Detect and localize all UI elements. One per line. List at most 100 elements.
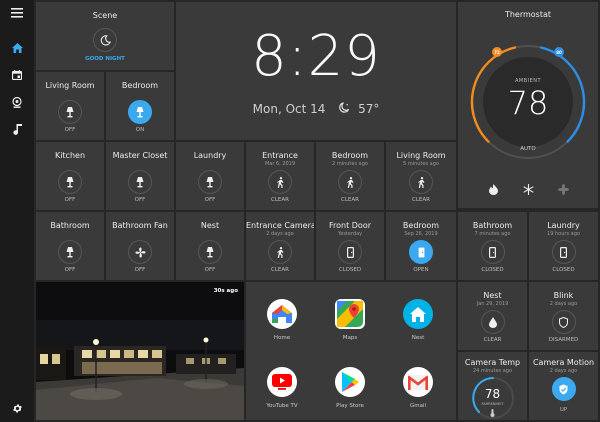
camera-temp-tile[interactable]: Camera Temp 24 minutes ago 78 FAHRENHEIT: [458, 352, 527, 420]
light-toggle[interactable]: [128, 170, 152, 194]
sidebar-item-webcam[interactable]: [0, 91, 34, 113]
master-closet-light-tile[interactable]: Master Closet OFF: [106, 142, 174, 210]
cool-setpoint-badge[interactable]: 80: [554, 47, 564, 57]
tile-name: Entrance: [262, 151, 298, 160]
door-sensor-button[interactable]: [338, 240, 362, 264]
cool-mode-button[interactable]: [521, 182, 535, 196]
light-toggle[interactable]: [58, 240, 82, 264]
camera-motion-tile[interactable]: Camera Motion 2 days ago UP: [529, 352, 598, 420]
app-gmail[interactable]: Gmail: [393, 367, 443, 409]
fan-mode-button[interactable]: [556, 182, 570, 196]
thermometer-icon: [490, 409, 495, 417]
app-maps[interactable]: Maps: [325, 299, 375, 341]
app-label: Home: [273, 335, 291, 341]
heat-mode-button[interactable]: [486, 182, 500, 196]
front-door-tile[interactable]: Front Door Yesterday CLOSED: [316, 212, 384, 280]
clock-time: 8:29: [251, 24, 381, 89]
entrance-motion-tile[interactable]: Entrance Mar 6, 2019 CLEAR: [246, 142, 314, 210]
door-sensor-button[interactable]: [551, 240, 576, 264]
bathroom-door-tile[interactable]: Bathroom 7 minutes ago CLOSED: [458, 212, 527, 280]
scene-state: GOOD NIGHT: [85, 56, 125, 62]
scene-tile[interactable]: Scene GOOD NIGHT: [36, 2, 174, 70]
laundry-door-tile[interactable]: Laundry 19 hours ago CLOSED: [529, 212, 598, 280]
tile-name: Living Room: [45, 81, 95, 90]
heat-setpoint-badge[interactable]: 72: [492, 47, 502, 57]
bathroom-light-tile[interactable]: Bathroom OFF: [36, 212, 104, 280]
light-toggle[interactable]: [198, 240, 222, 264]
laundry-light-tile[interactable]: Laundry OFF: [176, 142, 244, 210]
tile-state: CLEAR: [341, 197, 359, 203]
clock-tile: 8:29 Mon, Oct 14 57°: [176, 2, 456, 140]
sidebar-item-music[interactable]: [0, 118, 34, 140]
camera-temp-value: 78: [484, 387, 501, 401]
walking-person-icon: [276, 176, 283, 188]
scene-button[interactable]: [93, 28, 117, 52]
thermostat-tile[interactable]: Thermostat 72 80 AMBIENT 78 AUTO: [458, 2, 598, 208]
tile-state: CLOSED: [552, 267, 575, 273]
tile-name: Nest: [200, 221, 220, 230]
music-icon: [12, 123, 22, 135]
tile-name: Bedroom: [402, 221, 440, 230]
menu-button[interactable]: [0, 2, 34, 24]
scene-title: Scene: [92, 11, 118, 20]
lamp-icon: [136, 106, 144, 117]
tile-state: DISARMED: [548, 337, 579, 343]
blink-tile[interactable]: Blink 2 days ago DISARMED: [529, 282, 598, 350]
app-label: Play Store: [336, 403, 364, 409]
camera-feed-tile[interactable]: 30s ago: [36, 282, 244, 420]
hamburger-icon: [11, 8, 23, 18]
lamp-icon: [136, 176, 144, 187]
motion-sensor-button[interactable]: [409, 170, 433, 194]
fan-icon: [557, 183, 569, 195]
light-toggle[interactable]: [58, 170, 82, 194]
camera-feed-image: [36, 282, 244, 420]
nest-protect-tile[interactable]: Nest Jan 29, 2019 CLEAR: [458, 282, 527, 350]
bedroom-motion-tile[interactable]: Bedroom 2 minutes ago CLEAR: [316, 142, 384, 210]
tile-name: Entrance Camera: [246, 221, 314, 230]
settings-button[interactable]: [0, 397, 34, 419]
walking-person-icon: [417, 176, 424, 188]
door-sensor-button[interactable]: [409, 240, 433, 264]
tile-subtitle: 2 days ago: [549, 301, 578, 307]
shield-icon: [559, 316, 568, 328]
smoke-sensor-button[interactable]: [480, 310, 505, 334]
water-drop-icon: [488, 316, 497, 328]
app-nest[interactable]: Nest: [393, 299, 443, 341]
walking-person-icon: [276, 246, 283, 258]
motion-sensor-button[interactable]: [268, 240, 292, 264]
motion-sensor-button[interactable]: [338, 170, 362, 194]
tile-state: UP: [559, 407, 568, 413]
kitchen-light-tile[interactable]: Kitchen OFF: [36, 142, 104, 210]
camera-motion-button[interactable]: [551, 377, 576, 401]
sidebar: [0, 0, 34, 422]
tile-name: Nest: [483, 291, 502, 300]
bedroom-door-tile[interactable]: Bedroom Sep 26, 2019 OPEN: [386, 212, 456, 280]
app-home[interactable]: Home: [257, 299, 307, 341]
tile-state: CLOSED: [338, 267, 362, 273]
light-toggle[interactable]: [58, 100, 82, 124]
tile-name: Bathroom: [50, 221, 90, 230]
tile-name: Laundry: [547, 221, 580, 230]
thermostat-title: Thermostat: [504, 10, 552, 19]
entrance-camera-motion-tile[interactable]: Entrance Camera 2 days ago CLEAR: [246, 212, 314, 280]
light-toggle[interactable]: [128, 100, 152, 124]
motion-sensor-button[interactable]: [268, 170, 292, 194]
door-sensor-button[interactable]: [480, 240, 505, 264]
tile-state: OFF: [204, 197, 216, 203]
light-toggle[interactable]: [198, 170, 222, 194]
bedroom-light-tile[interactable]: Bedroom ON: [106, 72, 174, 140]
door-icon: [489, 246, 496, 258]
living-room-motion-tile[interactable]: Living Room 5 minutes ago CLEAR: [386, 142, 456, 210]
nest-light-tile[interactable]: Nest OFF: [176, 212, 244, 280]
app-youtube-tv[interactable]: YouTube TV: [257, 367, 307, 409]
app-play-store[interactable]: Play Store: [325, 367, 375, 409]
tile-subtitle: 2 days ago: [266, 231, 294, 237]
sidebar-item-calendar[interactable]: [0, 64, 34, 86]
alarm-button[interactable]: [551, 310, 576, 334]
lamp-icon: [66, 246, 74, 257]
sidebar-item-home[interactable]: [0, 37, 34, 59]
fan-toggle[interactable]: [128, 240, 152, 264]
door-icon: [560, 246, 567, 258]
bathroom-fan-tile[interactable]: Bathroom Fan OFF: [106, 212, 174, 280]
living-room-light-tile[interactable]: Living Room OFF: [36, 72, 104, 140]
